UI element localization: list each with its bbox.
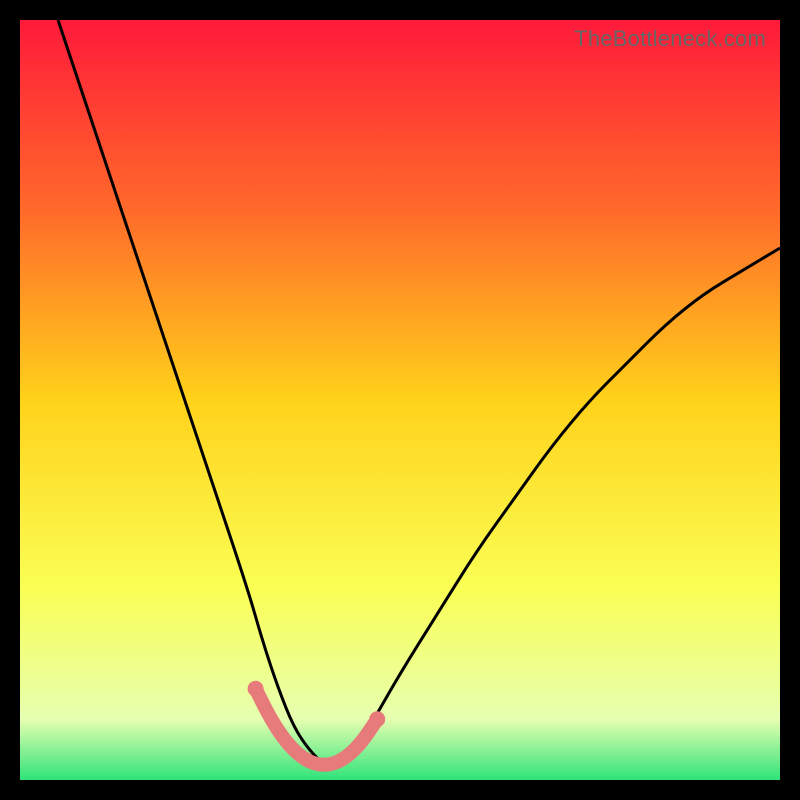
chart-svg (20, 20, 780, 780)
optimal-zone-endpoint (369, 711, 385, 727)
chart-frame: TheBottleneck.com (20, 20, 780, 780)
gradient-background (20, 20, 780, 780)
watermark-text: TheBottleneck.com (574, 26, 766, 52)
optimal-zone-endpoint (248, 681, 264, 697)
